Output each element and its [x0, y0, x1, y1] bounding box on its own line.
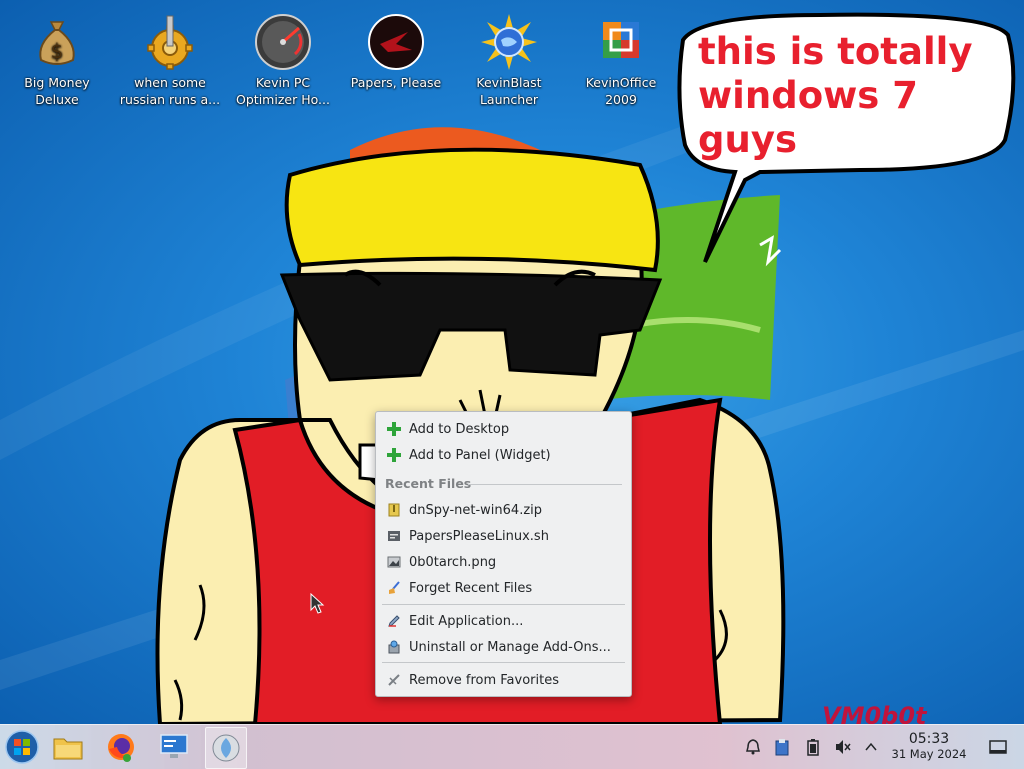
desktop-icon-label: Papers, Please	[350, 75, 442, 90]
recent-files-header: Recent Files	[385, 476, 472, 491]
script-file-icon	[386, 528, 402, 544]
desktop-icon-papers-please[interactable]: Papers, Please	[342, 4, 450, 91]
menu-item-label: dnSpy-net-win64.zip	[409, 502, 543, 518]
plus-icon	[386, 421, 402, 437]
chevron-up-icon[interactable]	[861, 737, 881, 757]
desktop-icon-label: KevinOffice 2009	[585, 75, 657, 107]
edit-icon	[386, 613, 402, 629]
menu-item-label: Uninstall or Manage Add-Ons...	[409, 639, 611, 655]
menu-item-remove-from-favorites[interactable]: Remove from Favorites	[376, 668, 631, 692]
menu-item-label: 0b0tarch.png	[409, 554, 497, 570]
desktop-icon-label: when some russian runs a...	[119, 75, 221, 107]
context-menu: Add to Desktop Add to Panel (Widget) Rec…	[375, 411, 632, 697]
separator	[382, 604, 625, 605]
desktop-icon-big-money-deluxe[interactable]: $ Big Money Deluxe	[3, 4, 111, 108]
desktop-icon-label: Kevin PC Optimizer Ho...	[236, 75, 330, 107]
menu-item-label: Add to Panel (Widget)	[409, 447, 551, 463]
speech-bubble-text: this is totally windows 7 guys	[698, 30, 973, 161]
volume-muted-icon[interactable]	[833, 737, 853, 757]
clock-time: 05:33	[908, 731, 950, 747]
menu-item-recent-file[interactable]: dnSpy-net-win64.zip	[376, 498, 631, 522]
clipboard-icon[interactable]	[772, 737, 792, 757]
office-icon	[593, 14, 649, 70]
menu-item-add-to-panel[interactable]: Add to Panel (Widget)	[376, 443, 631, 467]
watermark-text: VM0b0t	[822, 702, 927, 724]
broom-icon	[386, 580, 402, 596]
menu-item-label: Remove from Favorites	[409, 672, 559, 688]
menu-item-recent-file[interactable]: 0b0tarch.png	[376, 550, 631, 574]
desktop-icon-kevinoffice-2009[interactable]: KevinOffice 2009	[567, 4, 675, 108]
desktop-icon-kevin-pc-optimizer[interactable]: Kevin PC Optimizer Ho...	[229, 4, 337, 108]
menu-item-forget-recent-files[interactable]: Forget Recent Files	[376, 576, 631, 600]
notifications-icon[interactable]	[743, 737, 763, 757]
system-settings-icon[interactable]	[154, 727, 194, 767]
plus-icon	[386, 447, 402, 463]
zip-file-icon	[386, 502, 402, 518]
package-manager-icon	[386, 639, 402, 655]
desktop-icon-kevinblast-launcher[interactable]: KevinBlast Launcher	[455, 4, 563, 108]
separator	[382, 662, 625, 663]
menu-item-label: Add to Desktop	[409, 421, 510, 437]
taskbar	[0, 724, 1024, 769]
menu-item-label: PapersPleaseLinux.sh	[409, 528, 549, 544]
menu-item-label: Forget Recent Files	[409, 580, 533, 596]
desktop-icon-label: KevinBlast Launcher	[476, 75, 542, 107]
battery-icon[interactable]	[803, 737, 823, 757]
image-file-icon	[386, 554, 402, 570]
menu-item-label: Edit Application...	[409, 613, 524, 629]
gauge-icon	[255, 14, 311, 70]
separator	[468, 484, 622, 485]
desktop-icon-when-some-russian[interactable]: when some russian runs a...	[116, 4, 224, 108]
desktop-icon-label: Big Money Deluxe	[24, 75, 90, 107]
menu-item-edit-application[interactable]: Edit Application...	[376, 609, 631, 633]
discover-icon[interactable]	[205, 727, 247, 769]
clock[interactable]: 05:33 31 May 2024	[880, 731, 978, 762]
blast-globe-icon	[481, 14, 537, 70]
mouse-cursor-icon	[310, 593, 325, 614]
svg-text:$: $	[51, 39, 64, 63]
money-bag-icon: $	[29, 14, 85, 70]
gear-icon	[142, 14, 198, 70]
firefox-icon[interactable]	[101, 727, 141, 767]
remove-favorite-icon	[386, 672, 402, 688]
clock-date: 31 May 2024	[891, 747, 967, 761]
show-desktop-icon[interactable]	[988, 737, 1008, 757]
menu-item-add-to-desktop[interactable]: Add to Desktop	[376, 417, 631, 441]
menu-item-uninstall[interactable]: Uninstall or Manage Add-Ons...	[376, 635, 631, 659]
file-manager-icon[interactable]	[48, 727, 88, 767]
start-orb-icon[interactable]	[2, 727, 42, 767]
papers-please-icon	[368, 14, 424, 70]
menu-item-recent-file[interactable]: PapersPleaseLinux.sh	[376, 524, 631, 548]
